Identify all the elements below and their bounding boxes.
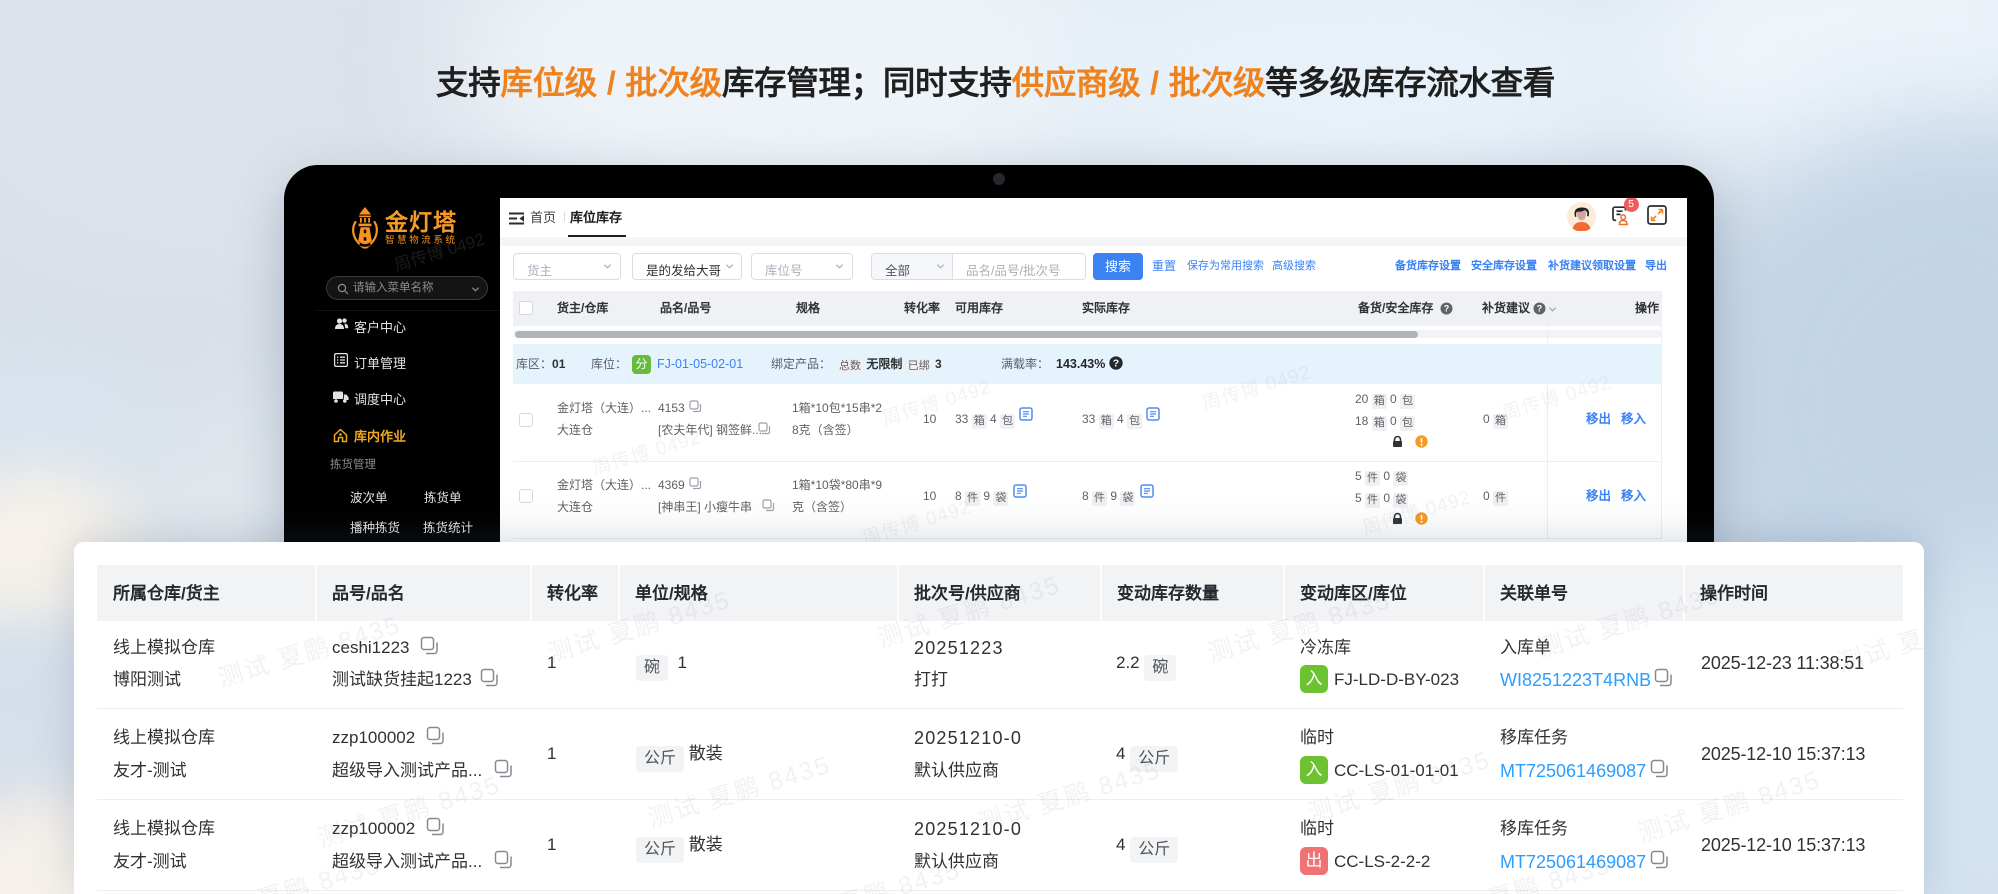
svg-text:?: ? (1537, 304, 1543, 314)
svg-text:?: ? (1113, 358, 1119, 369)
svg-text:?: ? (1444, 304, 1450, 314)
